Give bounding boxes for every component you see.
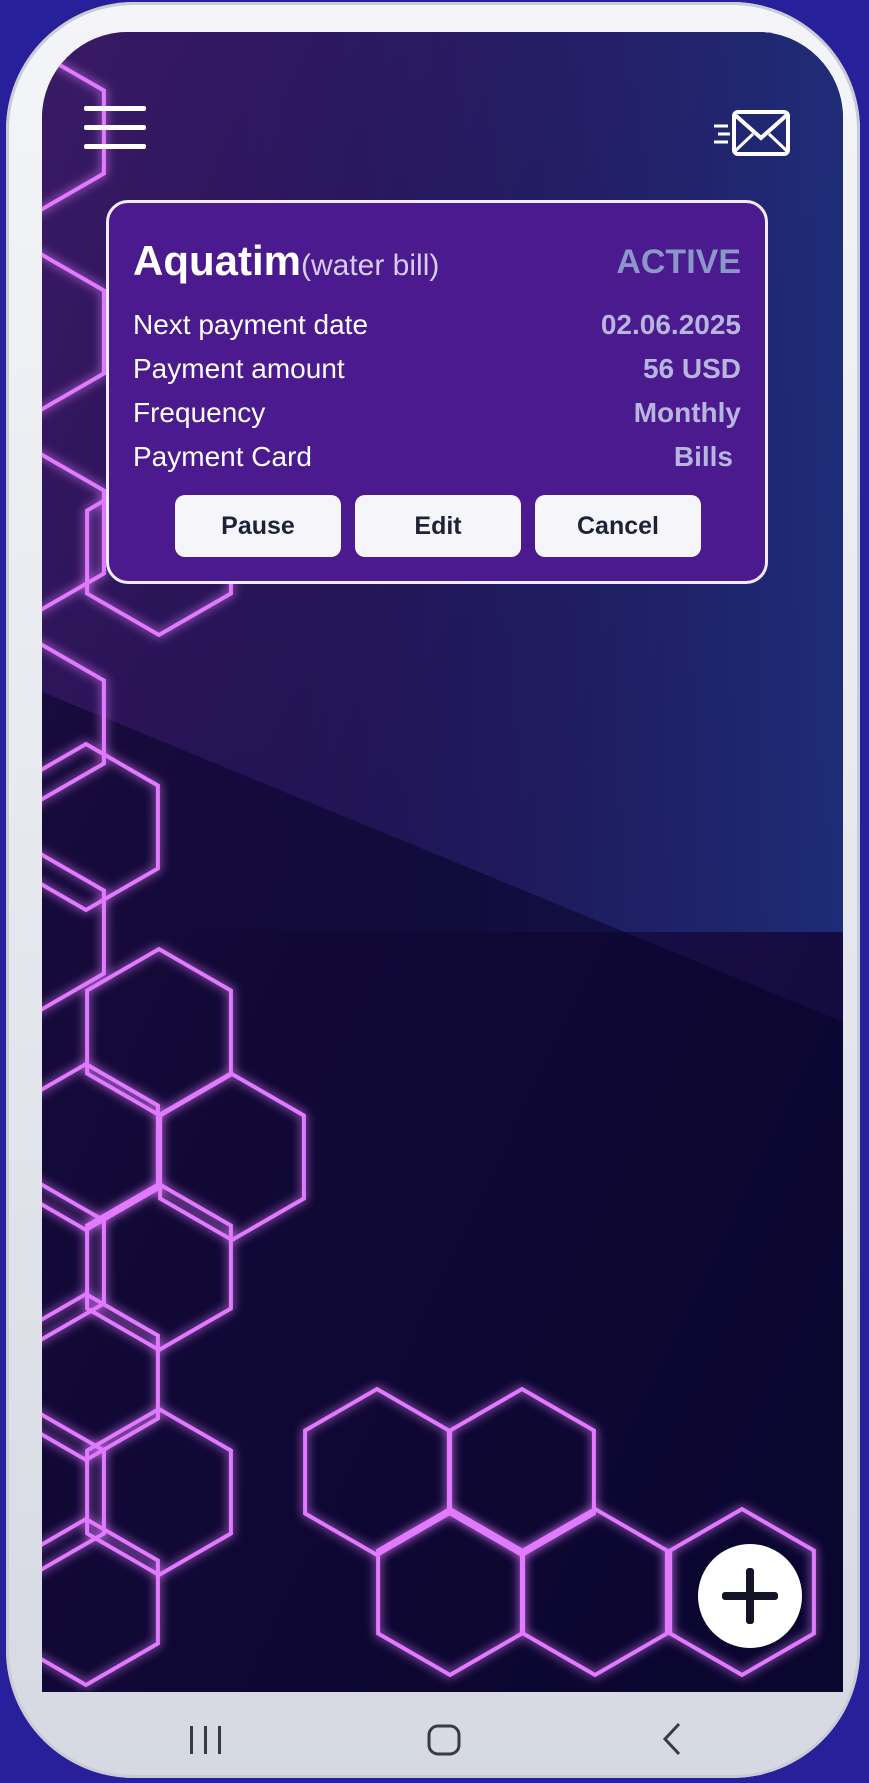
- plus-icon: [722, 1568, 778, 1624]
- messages-button[interactable]: [712, 108, 792, 160]
- back-icon: [662, 1722, 681, 1756]
- bill-card: Aquatim(water bill) ACTIVE Next payment …: [106, 200, 768, 584]
- app-screen: Aquatim(water bill) ACTIVE Next payment …: [42, 32, 843, 1692]
- pause-button[interactable]: Pause: [175, 495, 341, 557]
- system-nav-bar: [46, 1692, 836, 1778]
- menu-button[interactable]: [82, 102, 148, 154]
- next-payment-date-label: Next payment date: [133, 309, 369, 340]
- recent-apps-icon: [190, 1726, 221, 1754]
- payment-amount-label: Payment amount: [133, 353, 345, 384]
- add-bill-button[interactable]: [698, 1544, 802, 1648]
- home-button[interactable]: [404, 1708, 484, 1764]
- recent-apps-button[interactable]: [166, 1708, 246, 1764]
- bill-subtitle: (water bill): [301, 249, 440, 282]
- status-badge: ACTIVE: [616, 243, 741, 281]
- hamburger-menu-icon: [84, 106, 146, 149]
- next-payment-date-value: 02.06.2025: [600, 309, 741, 340]
- home-icon: [427, 1724, 461, 1756]
- bill-name: Aquatim: [133, 237, 301, 284]
- frequency-value: Monthly: [633, 397, 741, 428]
- payment-amount-value: 56 USD: [642, 353, 741, 384]
- payment-card-value: Bills: [673, 441, 733, 472]
- cancel-button[interactable]: Cancel: [535, 495, 701, 557]
- back-button[interactable]: [631, 1708, 711, 1764]
- frequency-label: Frequency: [133, 397, 266, 428]
- phone-frame: Aquatim(water bill) ACTIVE Next payment …: [6, 2, 860, 1778]
- mail-send-icon: [714, 110, 790, 156]
- edit-button[interactable]: Edit: [355, 495, 521, 557]
- bill-title: Aquatim(water bill): [133, 237, 439, 285]
- payment-card-label: Payment Card: [133, 441, 312, 472]
